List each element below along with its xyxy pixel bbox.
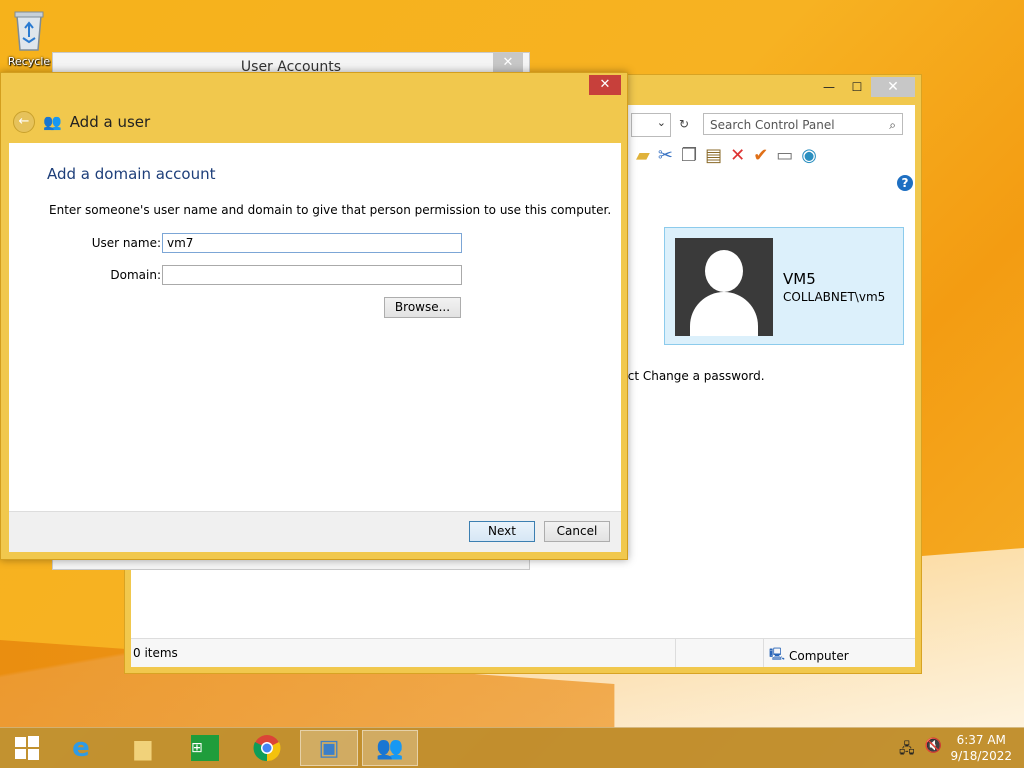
user-name: VM5 [783, 270, 816, 288]
avatar-body [690, 292, 758, 336]
users-icon: 👥 [43, 113, 62, 131]
browse-button[interactable]: Browse... [384, 297, 461, 318]
copy-icon[interactable]: ❐ [681, 145, 697, 166]
status-location-label: Computer [789, 648, 849, 663]
refresh-icon[interactable]: ↻ [673, 113, 695, 135]
next-button[interactable]: Next [469, 521, 535, 542]
taskbar-control-panel[interactable]: ▣ [300, 730, 358, 766]
volume-muted-icon[interactable]: 🔇 [925, 738, 942, 762]
clock[interactable]: 6:37 AM 9/18/2022 [950, 732, 1012, 764]
description: Enter someone's user name and domain to … [49, 203, 612, 217]
taskbar: e ▆ ⊞ ▣ 👥 🖧 🔇 6:37 AM 9/18/2022 [0, 727, 1024, 768]
avatar-head [705, 250, 743, 292]
globe-icon[interactable]: ◉ [801, 145, 817, 166]
address-row: ⌄ ↻ Search Control Panel ⌕ [631, 113, 909, 137]
chevron-down-icon: ⌄ [656, 116, 666, 129]
taskbar-file-explorer[interactable]: ▆ [116, 730, 170, 766]
folder-icon[interactable]: ▰ [636, 145, 650, 166]
dialog-footer: Next Cancel [9, 511, 621, 552]
page-title: Add a domain account [47, 165, 216, 183]
domain-input[interactable] [162, 265, 462, 285]
system-tray: 🖧 🔇 [899, 738, 942, 762]
paste-icon[interactable]: ▤ [705, 145, 722, 166]
close-button[interactable]: ✕ [589, 75, 621, 95]
cut-icon[interactable]: ✂ [658, 145, 673, 166]
close-button[interactable]: ✕ [493, 53, 523, 73]
user-tile[interactable]: VM5 COLLABNET\vm5 [664, 227, 904, 345]
status-divider [763, 639, 764, 667]
recycle-bin-label: Recycle [7, 55, 51, 68]
taskbar-store[interactable]: ⊞ [178, 730, 232, 766]
add-user-dialog: ✕ ← 👥 Add a user Add a domain account En… [0, 72, 628, 560]
close-button[interactable]: ✕ [871, 77, 915, 97]
status-divider [675, 639, 676, 667]
windows-logo-icon [15, 736, 39, 760]
clock-time: 6:37 AM [956, 733, 1006, 747]
start-button[interactable] [0, 730, 54, 766]
taskbar-internet-explorer[interactable]: e [54, 730, 108, 766]
user-accounts-icon: 👥 [376, 735, 404, 761]
username-label: User name: [91, 236, 161, 250]
back-button[interactable]: ← [13, 111, 35, 133]
store-icon: ⊞ [191, 735, 219, 761]
taskbar-chrome[interactable] [240, 730, 294, 766]
minimize-button[interactable]: — [815, 77, 843, 97]
control-panel-icon: ▣ [318, 735, 340, 761]
search-input[interactable]: Search Control Panel ⌕ [703, 113, 903, 135]
domain-label: Domain: [110, 268, 161, 282]
recycle-bin-icon [14, 11, 44, 51]
network-icon[interactable]: 🖧 [899, 738, 915, 762]
user-domain: COLLABNET\vm5 [783, 290, 886, 304]
clock-date: 9/18/2022 [950, 749, 1012, 763]
help-icon[interactable]: ? [897, 175, 913, 191]
dialog-nav: ← 👥 Add a user [13, 111, 150, 133]
control-panel-caption-buttons: — ☐ ✕ [815, 77, 915, 97]
avatar [675, 238, 773, 336]
search-icon[interactable]: ⌕ [889, 114, 896, 136]
status-location: 🖳 Computer [769, 645, 849, 666]
toolbar: ▰ ✂ ❐ ▤ ✕ ✔ ▭ ◉ [636, 145, 817, 166]
recycle-bin[interactable]: Recycle [2, 6, 56, 68]
dialog-title: Add a user [69, 113, 151, 131]
status-item-count: 0 items [133, 646, 178, 660]
maximize-button[interactable]: ☐ [843, 77, 871, 97]
internet-explorer-icon: e [72, 733, 90, 763]
computer-icon: 🖳 [769, 647, 786, 661]
check-icon[interactable]: ✔ [753, 145, 768, 166]
username-input[interactable] [162, 233, 462, 253]
taskbar-user-accounts[interactable]: 👥 [362, 730, 418, 766]
properties-icon[interactable]: ▭ [776, 145, 793, 166]
instruction-text: lect Change a password. [617, 369, 765, 383]
address-dropdown[interactable]: ⌄ [631, 113, 671, 137]
delete-icon[interactable]: ✕ [730, 145, 745, 166]
chrome-icon [253, 735, 281, 762]
dialog-body: Add a domain account Enter someone's use… [9, 143, 621, 511]
cancel-button[interactable]: Cancel [544, 521, 610, 542]
folder-icon: ▆ [134, 735, 152, 761]
search-placeholder: Search Control Panel [710, 118, 835, 132]
arrow-left-icon: ← [18, 114, 30, 129]
status-bar: 0 items 🖳 Computer [131, 638, 915, 667]
